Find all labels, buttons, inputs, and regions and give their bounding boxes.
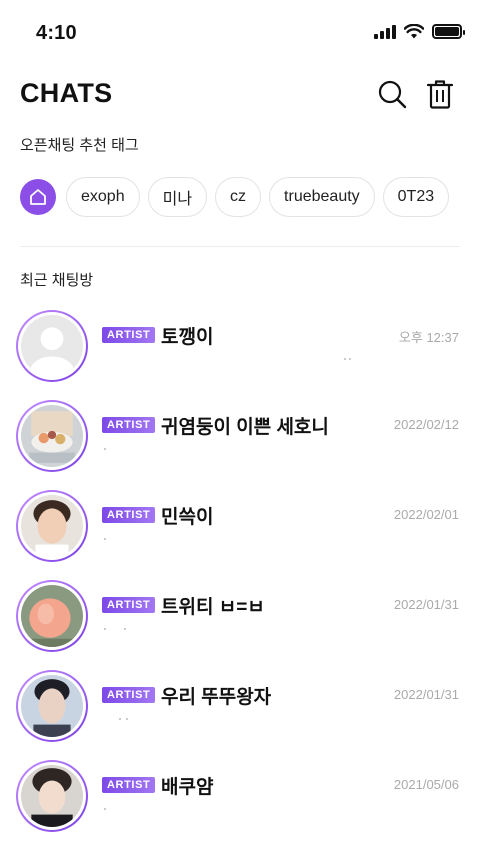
chat-name: 배쿠얌: [161, 777, 214, 798]
artist-badge: ARTIST: [102, 417, 156, 433]
avatar-ring: [16, 490, 88, 562]
home-tag-button[interactable]: [20, 179, 56, 215]
avatar-ring: [16, 580, 88, 652]
status-icons: [374, 24, 465, 39]
chat-time: 2022/01/31: [393, 687, 459, 702]
chat-row[interactable]: ARTIST 귀염둥이 이쁜 세호니 2022/02/12: [0, 396, 480, 486]
avatar-ring: [16, 400, 88, 472]
message-preview: [119, 718, 128, 720]
search-icon: [378, 80, 407, 109]
message-preview: [104, 538, 106, 540]
message-preview: [104, 448, 106, 450]
artist-badge: ARTIST: [102, 507, 156, 523]
avatar-ring: [16, 760, 88, 832]
artist-badge: ARTIST: [102, 597, 156, 613]
chat-name: 우리 뚜뚜왕자: [161, 687, 272, 708]
home-icon: [30, 189, 46, 205]
battery-icon: [432, 24, 465, 39]
chat-row[interactable]: ARTIST 민쓱이 2022/02/01: [0, 486, 480, 576]
avatar-ring: [16, 670, 88, 742]
message-preview: [104, 628, 126, 630]
recent-chats-heading: 최근 채팅방: [20, 272, 94, 289]
chat-row[interactable]: ARTIST 토깽이 오후 12:37: [0, 306, 480, 396]
tag-list: exoph 미나 cz truebeauty 0T23: [20, 177, 480, 217]
message-preview: [344, 358, 351, 360]
chat-time: 2022/02/01: [393, 507, 459, 522]
avatar-cake-photo: [21, 405, 83, 467]
artist-badge: ARTIST: [102, 327, 156, 343]
tag-chip[interactable]: exoph: [66, 177, 140, 217]
chat-time: 2022/01/31: [393, 597, 459, 612]
chat-row[interactable]: ARTIST 트위티 ㅂ=ㅂ 2022/01/31: [0, 576, 480, 666]
search-button[interactable]: [372, 74, 412, 114]
tag-chip[interactable]: 0T23: [382, 177, 450, 217]
header: CHATS: [20, 72, 460, 116]
chat-time: 2021/05/06: [393, 777, 459, 792]
wifi-icon: [404, 24, 424, 39]
avatar-portrait: [21, 675, 83, 737]
page-title: CHATS: [20, 78, 113, 108]
chat-name: 트위티 ㅂ=ㅂ: [161, 597, 265, 618]
chat-row[interactable]: ARTIST 배쿠얌 2021/05/06: [0, 756, 480, 843]
message-preview: [104, 808, 106, 810]
tag-chip[interactable]: 미나: [147, 177, 208, 217]
tag-chip[interactable]: truebeauty: [269, 177, 375, 217]
avatar-portrait: [21, 765, 83, 827]
chat-time: 오후 12:37: [398, 330, 459, 345]
chat-name: 민쓱이: [161, 507, 214, 528]
tags-heading: 오픈채팅 추천 태그: [20, 137, 139, 154]
artist-badge: ARTIST: [102, 687, 156, 703]
default-avatar-icon: [21, 315, 83, 377]
status-bar: 4:10: [0, 0, 480, 70]
chat-name: 귀염둥이 이쁜 세호니: [161, 417, 329, 438]
artist-badge: ARTIST: [102, 777, 156, 793]
chat-name: 토깽이: [161, 327, 214, 348]
avatar-portrait: [21, 495, 83, 557]
divider: [20, 246, 460, 247]
chat-row[interactable]: ARTIST 우리 뚜뚜왕자 2022/01/31: [0, 666, 480, 756]
cellular-signal-icon: [374, 24, 396, 39]
delete-button[interactable]: [420, 74, 460, 114]
avatar-peach-photo: [21, 585, 83, 647]
avatar-ring: [16, 310, 88, 382]
chat-time: 2022/02/12: [393, 417, 459, 432]
trash-icon: [427, 80, 453, 109]
tag-chip[interactable]: cz: [215, 177, 262, 217]
status-time: 4:10: [36, 22, 77, 44]
